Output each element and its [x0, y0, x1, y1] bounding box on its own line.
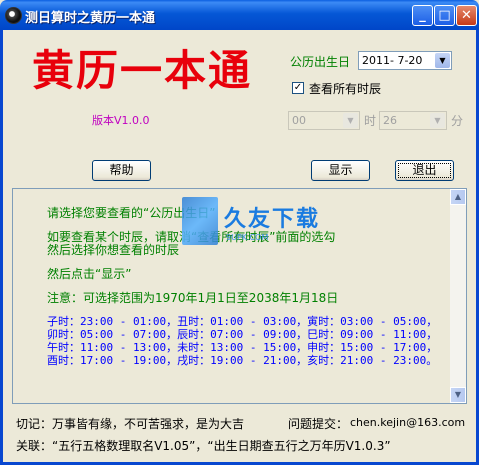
show-button[interactable]: 显示	[311, 160, 370, 181]
close-button[interactable]: ✕	[456, 5, 477, 26]
vertical-scrollbar[interactable]: ▲ ▼	[450, 189, 466, 403]
help-button[interactable]: 帮助	[92, 160, 151, 181]
minute-unit-label: 分	[451, 114, 464, 128]
minute-select[interactable]: 26 ▼	[379, 111, 447, 130]
birth-date-label: 公历出生日	[290, 55, 351, 69]
minute-value: 26	[383, 114, 397, 127]
instruction-line-3: 然后选择你想查看的时辰	[47, 243, 180, 257]
scroll-down-icon[interactable]: ▼	[450, 387, 466, 403]
version-label: 版本V1.0.0	[92, 114, 150, 127]
birth-date-value: 2011- 7-20	[362, 54, 423, 67]
hour-value: 00	[292, 114, 306, 127]
birth-date-picker[interactable]: 2011- 7-20 ▼	[358, 51, 452, 70]
app-icon[interactable]	[5, 7, 22, 24]
watermark-url: 9UPK.COM	[226, 233, 269, 242]
minimize-button[interactable]: _	[412, 5, 433, 26]
chevron-down-icon[interactable]: ▼	[430, 113, 445, 128]
time-row: 酉时：17:00 - 19:00，戌时：19:00 - 21:00，亥时：21:…	[47, 354, 438, 367]
watermark-logo-icon	[182, 197, 218, 245]
chevron-down-icon[interactable]: ▼	[343, 113, 358, 128]
instruction-line-5: 注意：可选择范围为1970年1月1日至2038年1月18日	[47, 291, 339, 305]
motto-text: 切记：万事皆有缘，不可苦强求，是为大吉	[16, 417, 245, 431]
chevron-down-icon[interactable]: ▼	[435, 53, 450, 68]
hour-select[interactable]: 00 ▼	[288, 111, 360, 130]
related-apps-text: 关联：“五行五格数理取名V1.05”，“出生日期查五行之万年历V1.0.3”	[16, 439, 391, 453]
hour-unit-label: 时	[364, 114, 377, 128]
feedback-email[interactable]: chen.kejin@163.com	[350, 416, 465, 429]
maximize-button[interactable]: □	[434, 5, 455, 26]
title-bar[interactable]: 测日算时之黄历一本通 _ □ ✕	[0, 0, 479, 30]
watermark-text: 久友下载	[224, 207, 321, 232]
feedback-label: 问题提交：	[288, 417, 349, 431]
exit-button[interactable]: 退出	[395, 160, 454, 181]
watermark: 久友下载 9UPK.COM	[182, 197, 342, 251]
show-all-checkbox[interactable]: ✓	[292, 82, 304, 94]
instruction-line-4: 然后点击“显示”	[47, 267, 132, 281]
scroll-up-icon[interactable]: ▲	[450, 189, 466, 205]
window-title: 测日算时之黄历一本通	[25, 11, 156, 26]
show-all-label: 查看所有时辰	[309, 82, 382, 96]
app-big-title: 黄历一本通	[32, 46, 253, 95]
